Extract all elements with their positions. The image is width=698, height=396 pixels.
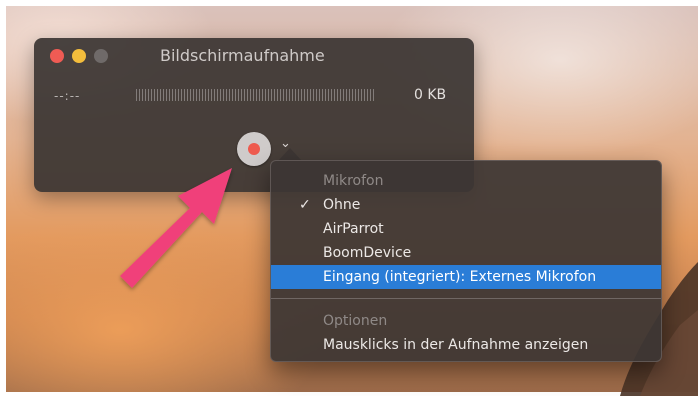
menu-section-microphone: Mikrofon — [323, 173, 384, 189]
record-dot-icon — [248, 143, 260, 155]
menu-separator — [271, 298, 661, 299]
window-title: Bildschirmaufnahme — [160, 46, 325, 65]
menu-item-label: Eingang (integriert): Externes Mikrofon — [323, 269, 597, 285]
record-button[interactable] — [237, 132, 271, 166]
menu-section-options: Optionen — [323, 313, 388, 329]
menu-item-label: Mausklicks in der Aufnahme anzeigen — [323, 337, 589, 353]
menu-item-label: AirParrot — [323, 221, 384, 237]
desktop-background: Bildschirmaufnahme --:-- 0 KB ⌄ Mikrofon… — [0, 0, 698, 396]
menu-item-label: BoomDevice — [323, 245, 412, 261]
menu-item-show-mouse-clicks[interactable]: Mausklicks in der Aufnahme anzeigen — [271, 333, 661, 357]
recording-options-menu: Mikrofon ✓ Ohne AirParrot BoomDevice Ein… — [270, 160, 662, 362]
menu-item-airparrot[interactable]: AirParrot — [271, 217, 661, 241]
menu-item-eingang-integriert[interactable]: Eingang (integriert): Externes Mikrofon — [271, 265, 661, 289]
checkmark-icon: ✓ — [299, 197, 311, 213]
recording-timecode: --:-- — [54, 89, 81, 103]
menu-item-label: Ohne — [323, 197, 361, 213]
menu-item-ohne[interactable]: ✓ Ohne — [271, 193, 661, 217]
audio-level-meter — [136, 89, 376, 101]
file-size-label: 0 KB — [414, 87, 447, 103]
menu-item-boomdevice[interactable]: BoomDevice — [271, 241, 661, 265]
